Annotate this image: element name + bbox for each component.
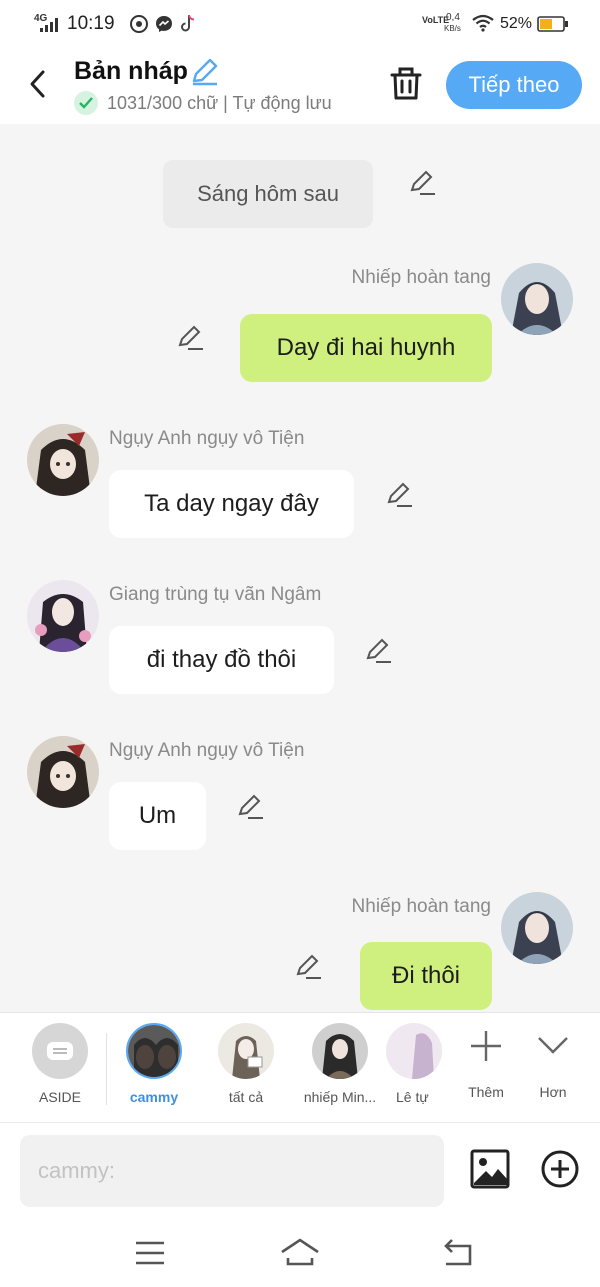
chrome-icon [130, 15, 148, 33]
battery-icon [537, 16, 568, 32]
edit-pencil-icon[interactable] [408, 168, 438, 198]
message-input[interactable] [20, 1135, 444, 1207]
message-bubble[interactable]: Ta day ngay đây [109, 470, 354, 538]
message-bubble[interactable]: Um [109, 782, 206, 850]
wifi-icon [472, 14, 494, 32]
edit-pencil-icon[interactable] [236, 792, 266, 822]
image-icon[interactable] [470, 1149, 510, 1189]
sender-name: Ngụy Anh ngụy vô Tiện [109, 428, 305, 449]
edit-pencil-icon[interactable] [364, 636, 394, 666]
plus-circle-icon[interactable] [540, 1149, 580, 1189]
system-nav-bar [0, 1222, 600, 1287]
character-selector: ASIDE cammy tất cả nhiếp Min... Lê tự Th… [0, 1012, 600, 1122]
avatar[interactable] [27, 736, 99, 808]
menu-icon[interactable] [130, 1236, 170, 1270]
message-bubble[interactable]: Day đi hai huynh [240, 314, 492, 382]
back-nav-icon[interactable] [438, 1236, 478, 1270]
header: Bản nháp 1031/300 chữ | Tự động lưu Tiếp… [0, 48, 600, 124]
avatar [218, 1023, 274, 1079]
edit-pencil-icon[interactable] [294, 952, 324, 982]
edit-pencil-icon[interactable] [385, 480, 415, 510]
avatar[interactable] [501, 892, 573, 964]
next-button[interactable]: Tiếp theo [446, 61, 582, 109]
edit-title-icon[interactable] [190, 57, 220, 87]
word-count-status: 1031/300 chữ | Tự động lưu [107, 93, 332, 113]
character-nhiep[interactable]: nhiếp Min... [300, 1023, 380, 1105]
character-label: cammy [129, 1089, 179, 1105]
message-bubble[interactable]: Đi thôi [360, 942, 492, 1010]
messenger-icon [156, 16, 172, 32]
status-bar: 4G 10:19 VoLTE 0,4 KB/s 52% [0, 0, 600, 48]
sender-name: Giang trùng tụ vãn Ngâm [109, 584, 322, 605]
page-title: Bản nháp [74, 57, 188, 85]
clock: 10:19 [67, 13, 115, 34]
sender-name: Nhiếp hoàn tang [351, 896, 491, 917]
trash-icon[interactable] [386, 63, 426, 103]
avatar [126, 1023, 182, 1079]
speed-value: 0,4 [446, 12, 460, 23]
character-label: ASIDE [38, 1089, 81, 1105]
character-all[interactable]: tất cả [206, 1023, 286, 1105]
character-label: nhiếp Min... [303, 1089, 377, 1105]
character-le[interactable]: Lê tự [386, 1023, 442, 1105]
aside-bubble[interactable]: Sáng hôm sau [163, 160, 373, 228]
character-cammy[interactable]: cammy [114, 1023, 194, 1105]
input-area [0, 1122, 600, 1222]
speed-unit: KB/s [444, 24, 461, 33]
character-aside[interactable]: ASIDE [20, 1023, 100, 1105]
more-characters-button[interactable]: Hơn [513, 1023, 593, 1100]
battery-percent: 52% [500, 15, 533, 32]
chevron-left-icon [30, 70, 45, 98]
back-button[interactable] [18, 64, 58, 104]
chat-area[interactable]: Sáng hôm sau Nhiếp hoàn tang Day đi hai … [0, 124, 600, 1012]
home-icon[interactable] [280, 1236, 320, 1270]
edit-pencil-icon[interactable] [176, 323, 206, 353]
plus-icon [471, 1031, 501, 1061]
message-bubble[interactable]: đi thay đồ thôi [109, 626, 334, 694]
avatar[interactable] [27, 580, 99, 652]
avatar [312, 1023, 368, 1079]
avatar[interactable] [27, 424, 99, 496]
saved-check-icon [74, 91, 98, 115]
tiktok-icon [181, 14, 195, 32]
avatar [386, 1023, 442, 1079]
divider [106, 1033, 107, 1105]
signal-icon [40, 18, 58, 32]
aside-icon [32, 1023, 88, 1079]
more-label: Hơn [539, 1084, 567, 1100]
sender-name: Nhiếp hoàn tang [351, 267, 491, 288]
avatar[interactable] [501, 263, 573, 335]
sender-name: Ngụy Anh ngụy vô Tiện [109, 740, 305, 761]
character-label: Lê tự [396, 1089, 429, 1105]
chevron-down-icon [538, 1037, 568, 1054]
character-label: tất cả [228, 1089, 264, 1105]
